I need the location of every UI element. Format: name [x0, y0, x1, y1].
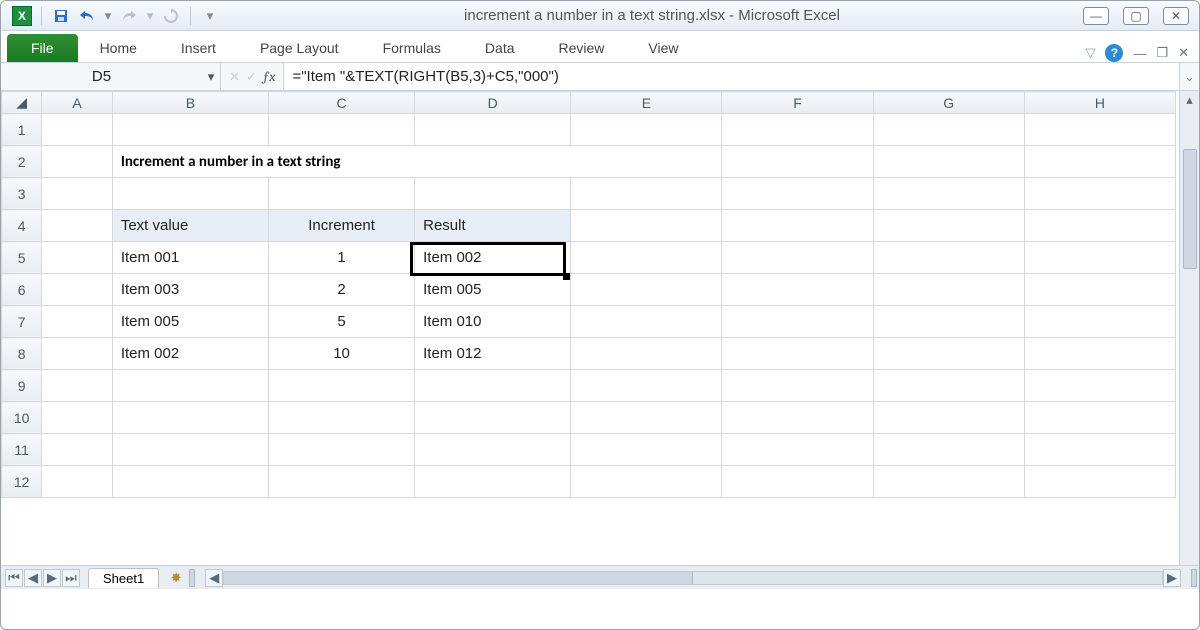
cell-c8[interactable]: 10	[269, 338, 415, 370]
window-controls: ― ▢ ✕	[1083, 7, 1189, 25]
cell-b6[interactable]: Item 003	[112, 274, 268, 306]
tab-home[interactable]: Home	[78, 34, 159, 62]
row-header[interactable]: 2	[2, 146, 42, 178]
ribbon: File Home Insert Page Layout Formulas Da…	[1, 31, 1199, 63]
cancel-formula-icon: ✕	[229, 69, 240, 85]
tab-page-layout[interactable]: Page Layout	[238, 34, 361, 62]
maximize-button[interactable]: ▢	[1123, 7, 1149, 25]
sheet-title[interactable]: Increment a number in a text string	[112, 146, 722, 178]
excel-logo-icon[interactable]: X	[11, 5, 33, 27]
qat-separator	[190, 7, 191, 25]
save-button[interactable]	[50, 5, 72, 27]
sheet-tab-bar: ⏮ ◀ ▶ ⏭ Sheet1 ✸ ◀ ▶	[1, 565, 1199, 589]
col-header-h[interactable]: H	[1024, 92, 1175, 114]
expand-formula-bar-icon[interactable]: ⌄	[1179, 63, 1199, 90]
table-header-result[interactable]: Result	[415, 210, 571, 242]
cell-d8[interactable]: Item 012	[415, 338, 571, 370]
scroll-thumb[interactable]	[1183, 149, 1197, 269]
cell-d5[interactable]: Item 002	[415, 242, 571, 274]
title-bar: X ▾ ▾ ▾ increment a number in a text str…	[1, 1, 1199, 31]
table-header-textvalue[interactable]: Text value	[112, 210, 268, 242]
minimize-button[interactable]: ―	[1083, 7, 1109, 25]
formula-bar-row: D5 ▾ ✕ ✓ ƒx ⌄	[1, 63, 1199, 91]
cell-b8[interactable]: Item 002	[112, 338, 268, 370]
row-header[interactable]: 3	[2, 178, 42, 210]
workbook-minimize-icon[interactable]: ―	[1133, 46, 1146, 61]
hscroll-thumb[interactable]	[224, 572, 693, 584]
window-title: increment a number in a text string.xlsx…	[221, 7, 1083, 24]
name-box[interactable]: D5 ▾	[1, 63, 221, 90]
undo-button[interactable]	[76, 5, 98, 27]
scroll-right-icon[interactable]: ▶	[1163, 569, 1181, 587]
sheet-nav-buttons: ⏮ ◀ ▶ ⏭	[1, 569, 84, 587]
tab-split-handle[interactable]	[189, 569, 195, 587]
cell-d6[interactable]: Item 005	[415, 274, 571, 306]
redo-dropdown-icon[interactable]: ▾	[144, 5, 156, 27]
table-header-increment[interactable]: Increment	[269, 210, 415, 242]
cell-d7[interactable]: Item 010	[415, 306, 571, 338]
worksheet-grid[interactable]: ◢ A B C D E F G H 1 2 Increment a number …	[1, 91, 1176, 498]
row-header[interactable]: 8	[2, 338, 42, 370]
tab-data[interactable]: Data	[463, 34, 537, 62]
sheet-nav-first-icon[interactable]: ⏮	[5, 569, 23, 587]
row-header[interactable]: 1	[2, 114, 42, 146]
scroll-left-icon[interactable]: ◀	[205, 569, 223, 587]
tab-formulas[interactable]: Formulas	[361, 34, 463, 62]
hscroll-split-handle[interactable]	[1191, 569, 1197, 587]
col-header-b[interactable]: B	[112, 92, 268, 114]
sheet-nav-next-icon[interactable]: ▶	[43, 569, 61, 587]
name-box-dropdown-icon[interactable]: ▾	[202, 63, 220, 90]
ribbon-minimize-icon[interactable]: ▽	[1085, 45, 1095, 61]
quick-access-toolbar: X ▾ ▾ ▾	[11, 5, 221, 27]
row-header[interactable]: 11	[2, 434, 42, 466]
enter-formula-icon: ✓	[246, 69, 257, 85]
cell-c5[interactable]: 1	[269, 242, 415, 274]
workbook-restore-icon[interactable]: ❐	[1156, 45, 1168, 61]
worksheet-area: ◢ A B C D E F G H 1 2 Increment a number …	[1, 91, 1199, 589]
tab-review[interactable]: Review	[537, 34, 627, 62]
sheet-nav-last-icon[interactable]: ⏭	[62, 569, 80, 587]
tab-insert[interactable]: Insert	[159, 34, 238, 62]
row-header[interactable]: 12	[2, 466, 42, 498]
row-header[interactable]: 10	[2, 402, 42, 434]
undo-dropdown-icon[interactable]: ▾	[102, 5, 114, 27]
tab-view[interactable]: View	[626, 34, 700, 62]
close-button[interactable]: ✕	[1163, 7, 1189, 25]
col-header-d[interactable]: D	[415, 92, 571, 114]
formula-input[interactable]	[284, 63, 1179, 90]
file-tab[interactable]: File	[7, 34, 78, 62]
redo-button[interactable]	[118, 5, 140, 27]
cell-b7[interactable]: Item 005	[112, 306, 268, 338]
workbook-close-icon[interactable]: ✕	[1178, 45, 1189, 61]
new-sheet-icon[interactable]: ✸	[165, 569, 187, 587]
row-header[interactable]: 9	[2, 370, 42, 402]
cell-c7[interactable]: 5	[269, 306, 415, 338]
row-header[interactable]: 6	[2, 274, 42, 306]
scroll-up-icon[interactable]: ▴	[1180, 91, 1199, 109]
fx-icon[interactable]: ƒx	[263, 68, 276, 85]
row-header[interactable]: 4	[2, 210, 42, 242]
col-header-g[interactable]: G	[873, 92, 1024, 114]
horizontal-scrollbar[interactable]: ◀ ▶	[205, 570, 1181, 586]
col-header-c[interactable]: C	[269, 92, 415, 114]
customize-qat-icon[interactable]: ▾	[199, 5, 221, 27]
row-header[interactable]: 7	[2, 306, 42, 338]
formula-bar-buttons: ✕ ✓ ƒx	[221, 63, 284, 90]
name-box-value[interactable]: D5	[1, 64, 202, 89]
cell-c6[interactable]: 2	[269, 274, 415, 306]
cell-b5[interactable]: Item 001	[112, 242, 268, 274]
row-header[interactable]: 5	[2, 242, 42, 274]
select-all-corner[interactable]: ◢	[2, 92, 42, 114]
col-header-a[interactable]: A	[42, 92, 113, 114]
help-icon[interactable]: ?	[1105, 44, 1123, 62]
qat-separator	[41, 7, 42, 25]
repeat-button[interactable]	[160, 5, 182, 27]
col-header-e[interactable]: E	[571, 92, 722, 114]
sheet-nav-prev-icon[interactable]: ◀	[24, 569, 42, 587]
sheet-tab[interactable]: Sheet1	[88, 568, 159, 588]
col-header-f[interactable]: F	[722, 92, 873, 114]
vertical-scrollbar[interactable]: ▴ ▾	[1179, 91, 1199, 589]
